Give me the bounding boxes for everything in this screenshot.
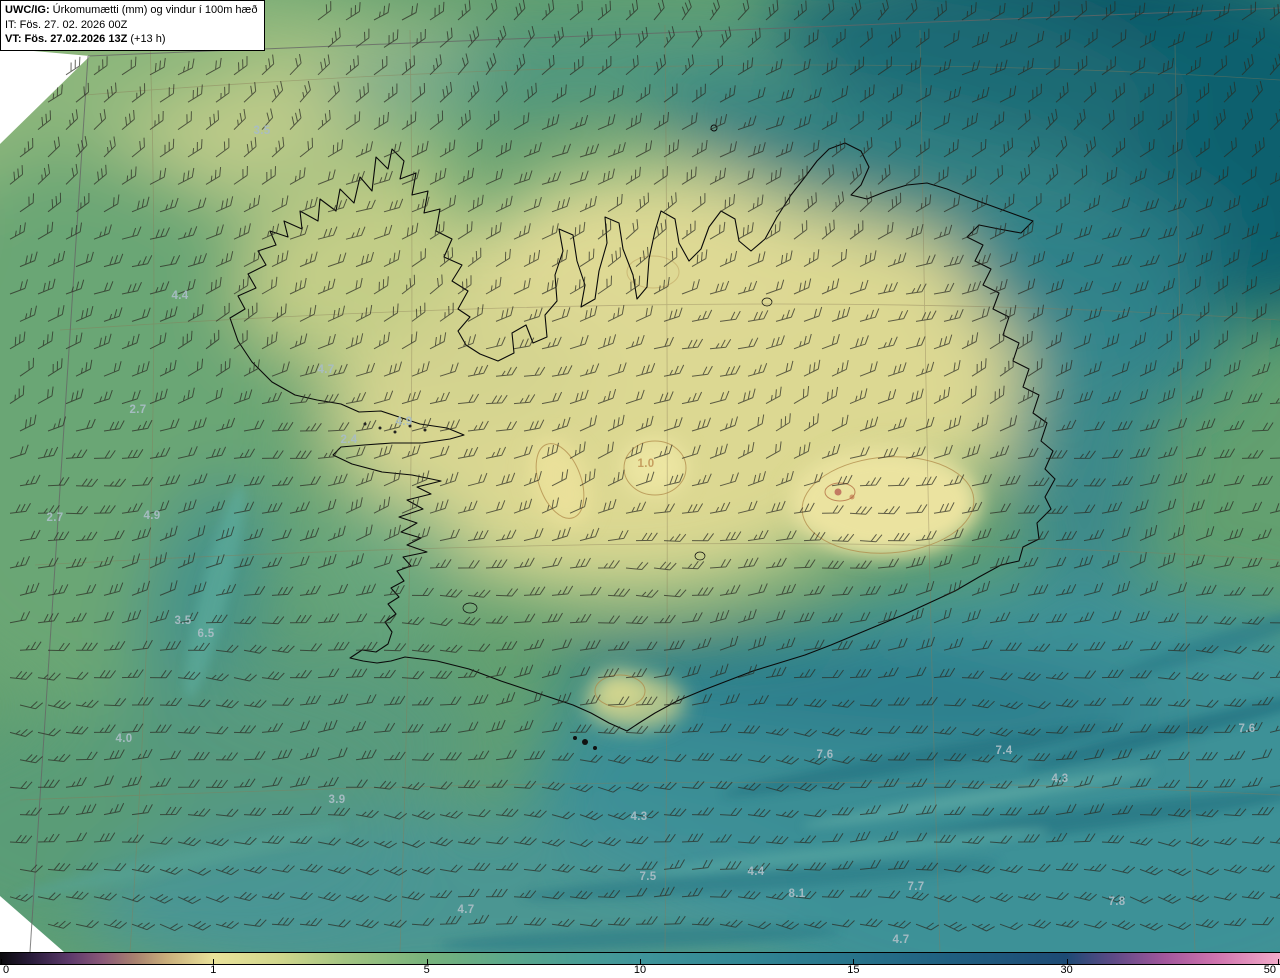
colorbar-tick-label: 30 xyxy=(1060,964,1073,976)
colorbar-tick-label: 5 xyxy=(423,964,430,976)
valid-time: VT: Fös. 27.02.2026 13Z xyxy=(5,33,128,46)
colorbar-tick-label: 10 xyxy=(633,964,647,976)
colorbar-tick-label: 0 xyxy=(3,964,10,976)
colorbar-tick-label: 50 xyxy=(1263,964,1276,976)
map-title-box: UWC/IG: Úrkomumætti (mm) og vindur í 100… xyxy=(0,0,266,51)
title-line: UWC/IG: Úrkomumætti (mm) og vindur í 100… xyxy=(5,3,257,18)
colorbar-tick-label: 1 xyxy=(210,964,217,976)
high-precip-speck xyxy=(834,488,842,496)
valid-time-offset: (+13 h) xyxy=(127,33,166,46)
colorbar: 0 1 5 10 15 30 50 xyxy=(0,952,1280,978)
weather-map-canvas: 3.5 4.4 4.7 2.7 4.9 2.4 1.0 2.7 4.9 3.5 6.5 4.0 3.9 7… xyxy=(0,0,1280,978)
colorbar-tickmark xyxy=(1278,959,1279,964)
colorbar-tick-labels: 0 1 5 10 15 30 50 xyxy=(0,964,1280,977)
model-label: UWC/IG: xyxy=(5,4,50,16)
valid-time-line: VT: Fös. 27.02.2026 13Z (+13 h) xyxy=(5,32,257,47)
map-title: Úrkomumætti (mm) og vindur í 100m hæð xyxy=(49,4,258,16)
colorbar-tickmark xyxy=(1,959,2,964)
colorbar-tick-label: 15 xyxy=(847,964,860,976)
init-time: IT: Fös. 27. 02. 2026 00Z xyxy=(5,18,128,31)
precipitation-wind-map xyxy=(0,0,1280,952)
